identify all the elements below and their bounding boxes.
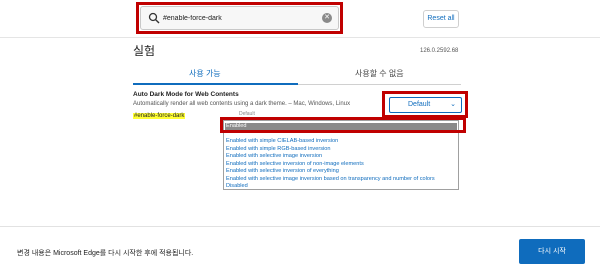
top-bar: ✕ Reset all xyxy=(0,0,600,38)
dropdown-option[interactable]: Enabled with simple RGB-based inversion xyxy=(226,146,330,152)
active-tab-indicator xyxy=(133,83,298,85)
tab-unavailable[interactable]: 사용할 수 없음 xyxy=(355,68,404,79)
page-title: 실험 xyxy=(133,44,156,58)
flag-title: Auto Dark Mode for Web Contents xyxy=(133,91,239,98)
restart-button[interactable]: 다시 시작 xyxy=(519,239,585,264)
tab-available[interactable]: 사용 가능 xyxy=(189,68,221,79)
enabled-option-highlight-frame xyxy=(220,117,466,133)
dropdown-option[interactable]: Enabled with simple CIELAB-based inversi… xyxy=(226,138,338,144)
search-highlight-frame xyxy=(136,2,343,34)
flag-tag[interactable]: #enable-force-dark xyxy=(133,113,186,119)
select-highlight-frame xyxy=(382,91,468,118)
dropdown-option[interactable]: Enabled with selective inversion of non-… xyxy=(226,161,364,167)
tab-bar: 사용 가능 사용할 수 없음 xyxy=(133,65,461,85)
flag-description: Automatically render all web contents us… xyxy=(133,101,351,107)
dropdown-option[interactable]: Enabled with selective image inversion xyxy=(226,153,322,159)
dropdown-option[interactable]: Disabled xyxy=(226,183,248,189)
version-label: 126.0.2592.68 xyxy=(420,48,459,54)
reset-all-button[interactable]: Reset all xyxy=(423,10,459,28)
restart-footer: 변경 내용은 Microsoft Edge를 다시 시작한 후에 적용됩니다. … xyxy=(0,226,600,275)
restart-message: 변경 내용은 Microsoft Edge를 다시 시작한 후에 적용됩니다. xyxy=(17,250,194,257)
dropdown-option[interactable]: Enabled with selective image inversion b… xyxy=(226,176,435,182)
dropdown-option[interactable]: Enabled with selective inversion of ever… xyxy=(226,168,339,174)
